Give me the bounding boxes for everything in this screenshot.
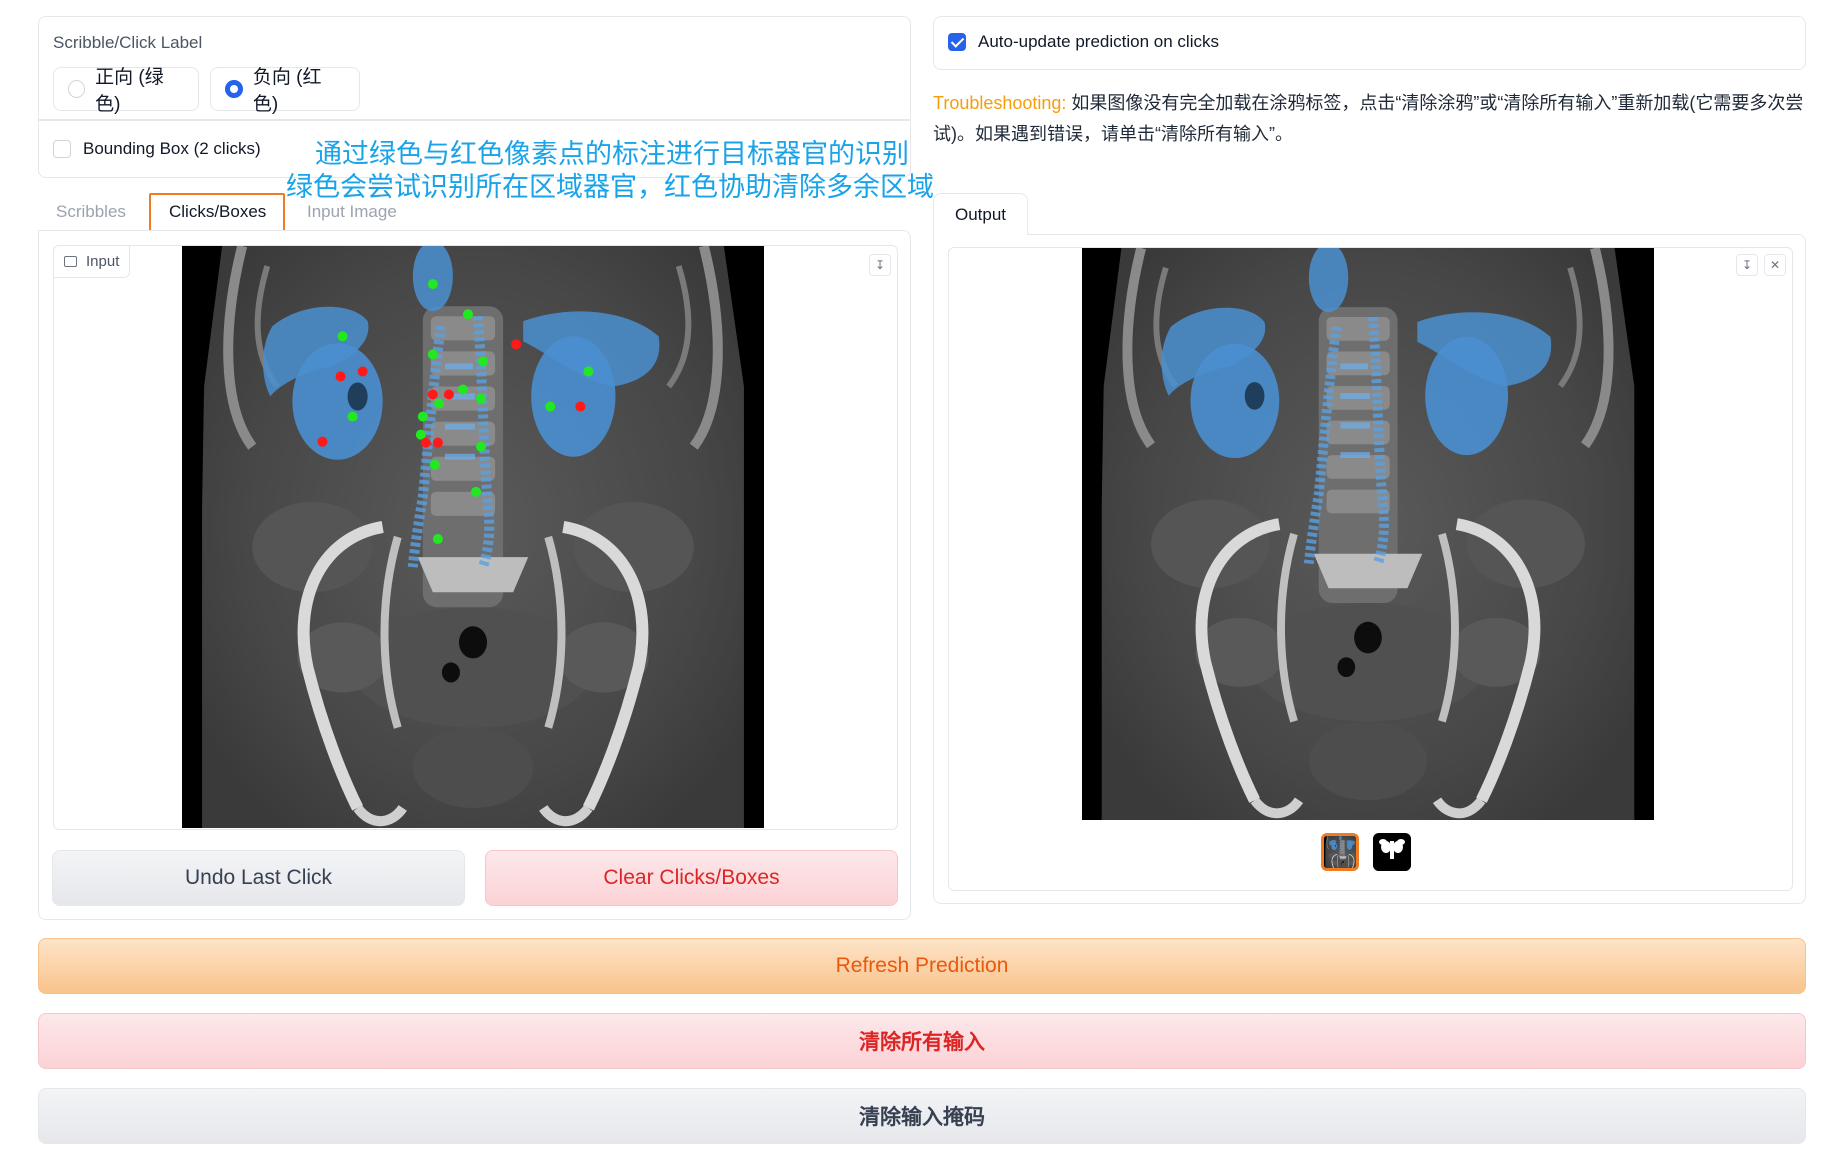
input-ct-image[interactable]: [182, 246, 764, 828]
ct-scan-canvas[interactable]: [182, 246, 764, 828]
close-icon[interactable]: ✕: [1764, 254, 1786, 276]
auto-update-checkbox[interactable]: [948, 33, 966, 51]
tab-input-image[interactable]: Input Image: [307, 202, 397, 222]
input-label-text: Input: [86, 253, 120, 270]
troubleshooting-text: Troubleshooting: 如果图像没有完全加载在涂鸦标签，点击“清除涂鸦…: [933, 88, 1813, 150]
clear-all-inputs-button[interactable]: 清除所有输入: [38, 1013, 1806, 1069]
tab-output[interactable]: Output: [933, 193, 1028, 235]
clear-input-mask-button[interactable]: 清除输入掩码: [38, 1088, 1806, 1144]
download-icon[interactable]: ↧: [869, 254, 891, 276]
radio-negative-red[interactable]: 负向 (红色): [210, 67, 360, 115]
clicks-boxes-panel: Input ↧: [38, 230, 911, 920]
annotation-line-1: 通过绿色与红色像素点的标注进行目标器官的识别: [315, 139, 909, 169]
image-icon: [64, 256, 77, 267]
label-selector-title: Scribble/Click Label: [53, 33, 203, 52]
bounding-box-checkbox-row[interactable]: Bounding Box (2 clicks): [53, 139, 261, 159]
output-ct-image: [1082, 248, 1654, 820]
auto-update-label: Auto-update prediction on clicks: [978, 32, 1219, 51]
bounding-box-checkbox[interactable]: [53, 140, 71, 158]
input-label: Input: [54, 246, 131, 278]
output-ct-canvas: [1082, 248, 1654, 820]
auto-update-panel: Auto-update prediction on clicks: [933, 16, 1806, 70]
output-panel: ↧ ✕: [933, 234, 1806, 904]
input-image-frame: Input ↧: [53, 245, 898, 830]
auto-update-checkbox-row[interactable]: Auto-update prediction on clicks: [948, 32, 1219, 52]
bounding-box-label: Bounding Box (2 clicks): [83, 139, 261, 158]
active-tab-highlight: [149, 193, 285, 235]
annotation-line-2: 绿色会尝试识别所在区域器官，红色协助清除多余区域: [286, 172, 934, 202]
clear-clicks-boxes-button[interactable]: Clear Clicks/Boxes: [485, 850, 898, 906]
thumbnail-ct-overlay[interactable]: [1321, 833, 1359, 871]
label-selector-panel: Scribble/Click Label 正向 (绿色) 负向 (红色): [38, 16, 911, 120]
radio-negative-label: 负向 (红色): [252, 67, 322, 115]
radio-positive-label: 正向 (绿色): [95, 67, 164, 115]
radio-positive-green[interactable]: 正向 (绿色): [53, 67, 199, 115]
refresh-prediction-button[interactable]: Refresh Prediction: [38, 938, 1806, 994]
troubleshooting-label: Troubleshooting:: [933, 93, 1067, 113]
radio-checked-icon: [225, 80, 243, 98]
thumbnail-ct-image: [1324, 836, 1356, 868]
download-icon[interactable]: ↧: [1736, 254, 1758, 276]
tab-scribbles[interactable]: Scribbles: [56, 202, 126, 222]
thumbnail-mask[interactable]: [1373, 833, 1411, 871]
output-image-frame: ↧ ✕: [948, 247, 1793, 891]
radio-circle-icon: [68, 80, 86, 98]
undo-last-click-button[interactable]: Undo Last Click: [52, 850, 465, 906]
thumbnail-mask-image: [1373, 833, 1411, 871]
